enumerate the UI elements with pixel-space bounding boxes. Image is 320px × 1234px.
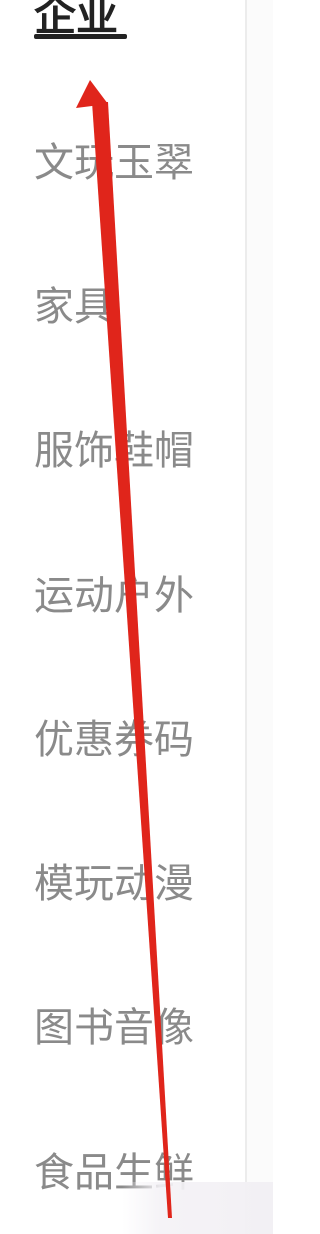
category-sidebar: 企业 文玩玉翠 家具 服饰鞋帽 运动户外 优惠券码 模玩动漫 图书音像 食品生鲜 bbox=[0, 0, 245, 1234]
blurred-corner bbox=[122, 1182, 273, 1234]
category-item-apparel[interactable]: 服饰鞋帽 bbox=[34, 423, 234, 479]
category-item-coupons[interactable]: 优惠券码 bbox=[34, 712, 234, 768]
category-item-models-anime[interactable]: 模玩动漫 bbox=[34, 856, 234, 912]
category-item-sports-outdoor[interactable]: 运动户外 bbox=[34, 568, 234, 624]
category-item-books-media[interactable]: 图书音像 bbox=[34, 1000, 234, 1056]
category-item-furniture[interactable]: 家具 bbox=[34, 279, 234, 335]
content-pane-edge bbox=[247, 0, 273, 1234]
active-category-underline bbox=[34, 34, 127, 39]
category-item-antiques-jade[interactable]: 文玩玉翠 bbox=[34, 135, 234, 191]
